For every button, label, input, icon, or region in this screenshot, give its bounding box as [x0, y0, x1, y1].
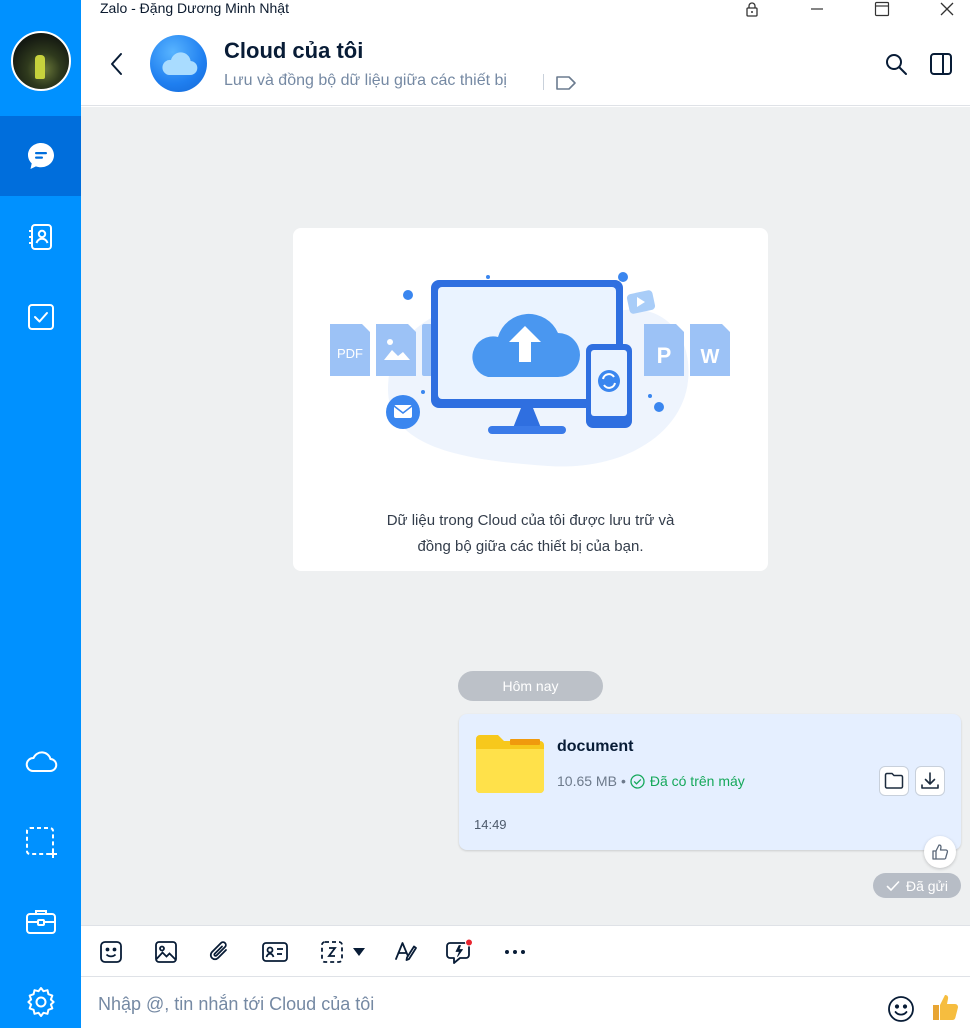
contact-card-icon [262, 942, 288, 962]
paperclip-icon [209, 941, 227, 961]
folder-outline-icon [884, 772, 904, 789]
download-status: Đã có trên máy [630, 773, 745, 789]
screenshot-button[interactable] [318, 938, 346, 966]
sidebar-item-settings[interactable] [0, 962, 81, 1028]
sidebar-item-toolbox[interactable] [0, 882, 81, 962]
chat-header: Cloud của tôi Lưu và đồng bộ dữ liệu giữ… [81, 22, 970, 106]
screenshot-icon [25, 827, 57, 858]
toggle-info-panel-button[interactable] [929, 52, 953, 81]
download-button[interactable] [915, 766, 945, 796]
cloud-intro-card: PDF P W Dữ liệu trong Cloud của tôi được… [293, 228, 768, 571]
svg-text:PDF: PDF [337, 346, 363, 361]
more-options-button[interactable] [501, 938, 529, 966]
chat-messages-area[interactable]: PDF P W Dữ liệu trong Cloud của tôi được… [81, 107, 970, 925]
message-composer [81, 977, 970, 1028]
sidebar-item-messages[interactable] [0, 116, 81, 196]
sent-status-badge: Đã gửi [873, 873, 961, 898]
conversation-avatar[interactable] [150, 35, 207, 92]
send-like-button[interactable] [931, 992, 959, 1027]
maximize-button[interactable] [862, 0, 902, 18]
window-titlebar: Zalo - Đặng Dương Minh Nhật [0, 0, 970, 22]
text-format-icon [395, 942, 417, 961]
svg-text:W: W [701, 346, 720, 368]
briefcase-icon [25, 910, 56, 934]
meta-separator: • [620, 773, 626, 789]
header-divider [543, 74, 544, 90]
composer-toolbar [81, 925, 970, 977]
more-horizontal-icon [505, 950, 525, 954]
quick-message-icon [446, 938, 473, 964]
checkbox-icon [27, 304, 54, 330]
quick-message-button[interactable] [446, 938, 474, 966]
sidebar-item-screenshot[interactable] [0, 802, 81, 882]
back-button[interactable] [107, 51, 127, 82]
gear-icon [26, 987, 55, 1017]
check-icon [886, 880, 900, 891]
cloud-intro-line-2: đồng bộ giữa các thiết bị của bạn. [417, 538, 644, 555]
thumbs-up-icon [933, 995, 958, 1021]
caret-down-icon [353, 948, 365, 956]
cloud-icon [25, 751, 57, 772]
user-avatar[interactable] [11, 31, 71, 91]
window-title: Zalo - Đặng Dương Minh Nhật [100, 0, 289, 16]
react-like-button[interactable] [924, 836, 956, 868]
attach-file-button[interactable] [206, 938, 234, 966]
sidebar-item-contacts[interactable] [0, 197, 81, 277]
cloud-sync-illustration: PDF P W [330, 272, 730, 467]
open-folder-button[interactable] [879, 766, 909, 796]
lock-icon[interactable] [732, 0, 772, 18]
send-image-button[interactable] [152, 938, 180, 966]
folder-icon [476, 735, 544, 793]
conversation-subtitle: Lưu và đồng bộ dữ liệu giữa các thiết bị [224, 72, 507, 89]
thumbs-up-outline-icon [932, 844, 949, 860]
file-meta: 10.65 MB • Đã có trên máy [557, 773, 745, 789]
file-message-bubble[interactable]: document 10.65 MB • Đã có trên máy 14:49 [459, 714, 961, 850]
smiley-icon [888, 996, 914, 1022]
download-status-text: Đã có trên máy [649, 773, 745, 789]
cloud-icon [161, 51, 197, 75]
chat-bubble-icon [27, 143, 54, 169]
download-icon [921, 772, 939, 789]
cloud-intro-line-1: Dữ liệu trong Cloud của tôi được lưu trữ… [386, 512, 675, 529]
screenshot-capture-icon [321, 941, 343, 963]
sticker-button[interactable] [97, 938, 125, 966]
close-button[interactable] [927, 0, 967, 18]
sidebar [0, 0, 81, 1028]
sticker-icon [100, 941, 122, 963]
search-button[interactable] [884, 52, 908, 81]
contacts-icon [28, 224, 52, 250]
sidebar-item-todo[interactable] [0, 277, 81, 357]
send-contact-card-button[interactable] [261, 938, 289, 966]
emoji-button[interactable] [887, 995, 915, 1028]
sent-status-text: Đã gửi [905, 877, 949, 894]
search-icon [886, 54, 907, 75]
sidebar-item-cloud[interactable] [0, 722, 81, 802]
check-circle-icon [630, 773, 645, 789]
chevron-left-icon [111, 53, 122, 75]
conversation-title: Cloud của tôi [224, 38, 364, 63]
tag-icon[interactable] [555, 75, 577, 96]
svg-text:P: P [657, 343, 672, 368]
minimize-button[interactable] [797, 0, 837, 18]
text-format-button[interactable] [392, 938, 420, 966]
cloud-intro-text: Dữ liệu trong Cloud của tôi được lưu trữ… [293, 508, 768, 560]
screenshot-options-dropdown[interactable] [349, 938, 369, 966]
sidebar-panel-icon [930, 53, 952, 75]
date-separator: Hôm nay [458, 671, 603, 701]
file-size: 10.65 MB [557, 773, 617, 789]
message-time: 14:49 [474, 817, 507, 832]
message-input[interactable] [98, 991, 858, 1017]
image-icon [155, 941, 177, 963]
file-name[interactable]: document [557, 738, 633, 756]
